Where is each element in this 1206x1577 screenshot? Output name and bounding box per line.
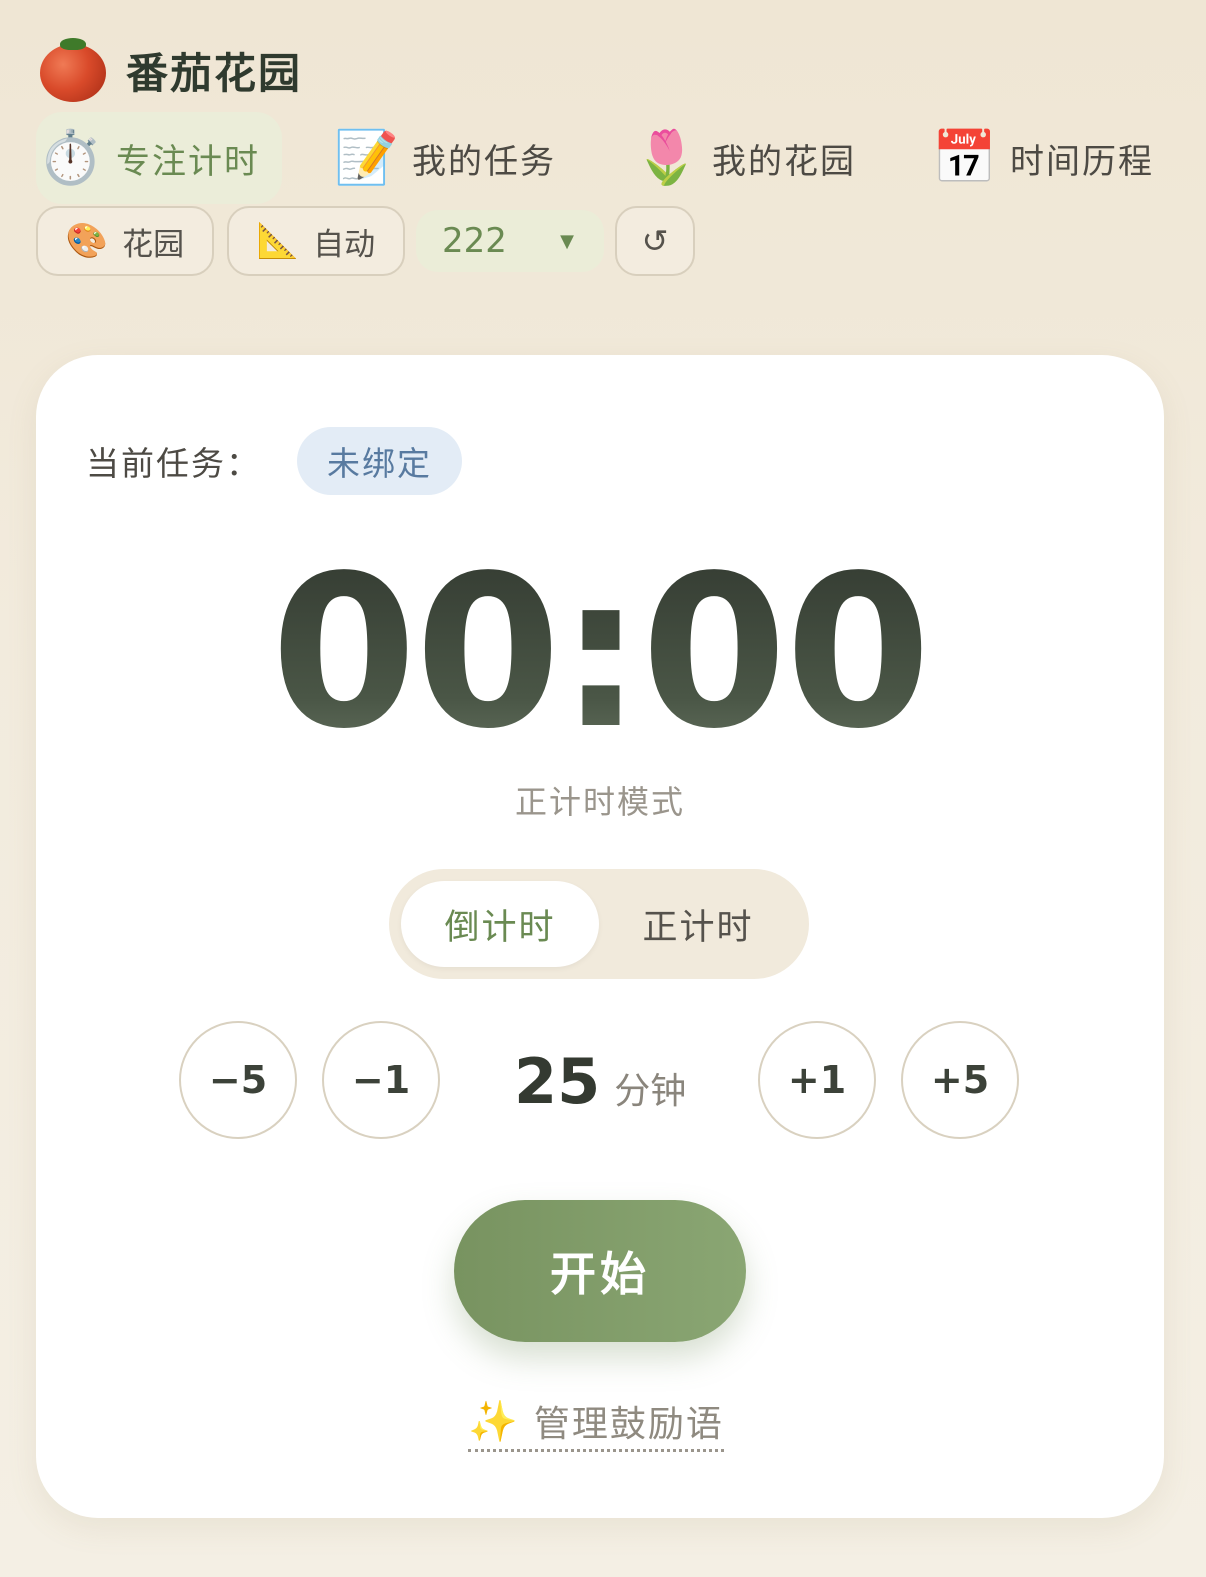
duration-value: 25 <box>514 1045 601 1118</box>
tab-my-tasks[interactable]: 📝 我的任务 <box>334 112 574 204</box>
garden-theme-button[interactable]: 🎨 花园 <box>36 206 214 276</box>
plus-1-button[interactable]: +1 <box>758 1021 876 1139</box>
minus-1-button[interactable]: −1 <box>322 1021 440 1139</box>
current-task-label: 当前任务： <box>86 444 261 483</box>
timer-card: 当前任务： 未绑定 00:00 正计时模式 倒计时 正计时 −5 −1 25 分… <box>36 355 1164 1518</box>
main-nav: ⏱️ 专注计时 📝 我的任务 🌷 我的花园 📅 时间历程 <box>36 112 1176 204</box>
tab-label: 时间历程 <box>1010 141 1154 182</box>
stopwatch-icon: ⏱️ <box>38 128 103 188</box>
value-select[interactable]: 222 ▼ <box>416 210 604 272</box>
task-binding-badge[interactable]: 未绑定 <box>297 427 462 495</box>
tab-label: 专注计时 <box>116 141 260 182</box>
current-task-row: 当前任务： 未绑定 <box>86 427 462 495</box>
reset-icon: ↺ <box>641 222 669 260</box>
tulip-icon: 🌷 <box>634 128 699 188</box>
tab-focus-timer[interactable]: ⏱️ 专注计时 <box>36 112 282 204</box>
countdown-mode-button[interactable]: 倒计时 <box>401 881 599 967</box>
select-value: 222 <box>442 221 507 261</box>
manage-encouragement-link[interactable]: ✨ 管理鼓励语 <box>468 1395 724 1452</box>
countup-mode-button[interactable]: 正计时 <box>599 881 797 967</box>
app-title: 番茄花园 <box>126 48 303 98</box>
minus-5-button[interactable]: −5 <box>179 1021 297 1139</box>
timer-display: 00:00 <box>36 542 1164 764</box>
mode-text: 正计时模式 <box>514 783 685 821</box>
controls-row: 🎨 花园 📐 自动 222 ▼ ↺ <box>36 206 736 278</box>
reset-button[interactable]: ↺ <box>615 206 695 276</box>
tab-label: 我的花园 <box>712 141 856 182</box>
plus-5-button[interactable]: +5 <box>901 1021 1019 1139</box>
mode-toggle: 倒计时 正计时 <box>389 869 809 979</box>
memo-icon: 📝 <box>334 128 399 188</box>
chevron-down-icon: ▼ <box>560 230 574 252</box>
triangle-ruler-icon: 📐 <box>256 221 300 261</box>
palette-icon: 🎨 <box>65 221 109 261</box>
tab-my-garden[interactable]: 🌷 我的花园 <box>634 112 874 204</box>
app-header: 番茄花园 <box>38 36 302 104</box>
calendar-icon: 📅 <box>932 128 997 188</box>
tomato-icon <box>38 36 108 104</box>
garden-theme-label: 花园 <box>122 226 185 263</box>
start-button[interactable]: 开始 <box>454 1200 746 1342</box>
manage-encouragement-label: 管理鼓励语 <box>533 1404 724 1445</box>
auto-mode-button[interactable]: 📐 自动 <box>227 206 405 276</box>
sparkles-icon: ✨ <box>468 1398 518 1445</box>
duration-unit: 分钟 <box>614 1071 687 1112</box>
tab-label: 我的任务 <box>412 141 556 182</box>
auto-mode-label: 自动 <box>313 226 376 263</box>
duration-display: 25 分钟 <box>514 1045 686 1118</box>
tab-time-history[interactable]: 📅 时间历程 <box>932 112 1176 204</box>
